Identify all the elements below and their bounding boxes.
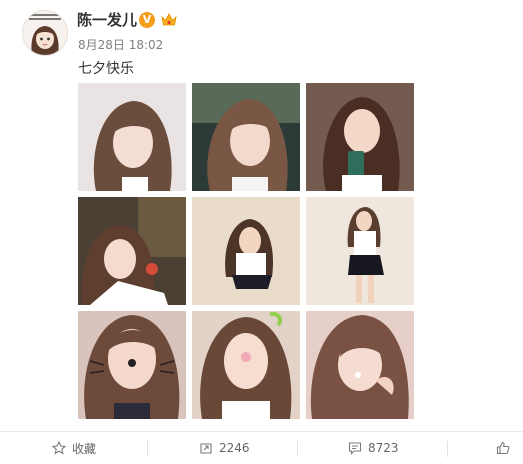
photo-5[interactable] [192,197,300,305]
like-button[interactable] [496,432,516,464]
action-bar: 收藏 2246 8723 [0,432,523,464]
comment-count: 8723 [368,441,399,455]
photo-3[interactable] [306,83,414,191]
post-meta: 8月28日 18:02 [78,36,169,53]
avatar[interactable] [22,10,68,56]
photo-9[interactable] [306,311,414,419]
photo-6[interactable] [306,197,414,305]
action-separator [297,441,298,457]
thumbs-up-icon [496,441,510,455]
star-icon [52,441,66,455]
comment-icon [348,442,362,455]
photo-1[interactable] [78,83,186,191]
comment-button[interactable]: 8723 [348,432,399,464]
username[interactable]: 陈一发儿 [77,10,137,30]
post-timestamp[interactable]: 8月28日 18:02 [78,38,163,52]
photo-7[interactable] [78,311,186,419]
action-separator [447,441,448,457]
action-separator [147,441,148,457]
favorite-button[interactable]: 收藏 [52,432,96,464]
weibo-post: 陈一发儿 V 8月28日 18:02 七夕快乐 收藏 2246 8723 [0,0,523,464]
verified-icon: V [139,12,155,28]
photo-4[interactable] [78,197,186,305]
photo-2[interactable] [192,83,300,191]
avatar-illustration [23,11,67,55]
repost-count: 2246 [219,441,250,455]
repost-icon [200,443,212,454]
photo-grid [78,83,418,423]
photo-8[interactable] [192,311,300,419]
favorite-label: 收藏 [72,441,97,456]
member-crown-icon [160,11,178,29]
repost-button[interactable]: 2246 [199,432,250,464]
post-text: 七夕快乐 [78,61,134,77]
